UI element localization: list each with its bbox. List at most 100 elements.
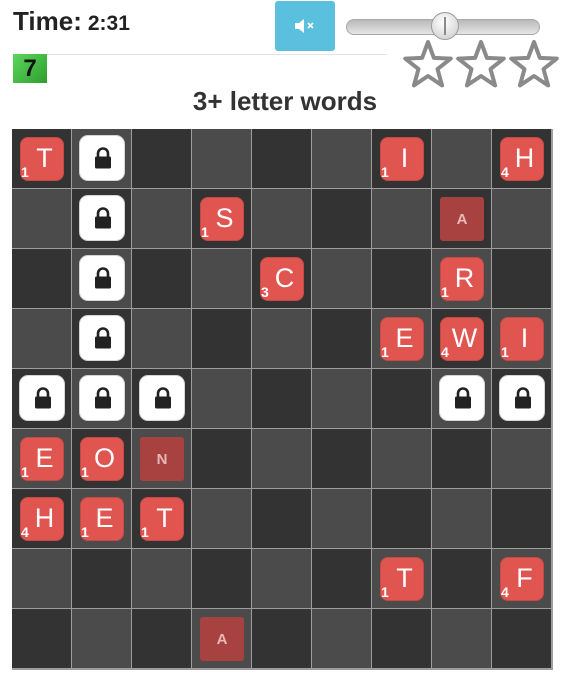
board-cell[interactable]: A: [432, 189, 491, 248]
board-cell[interactable]: [312, 429, 371, 488]
board-cell[interactable]: C3: [252, 249, 311, 308]
letter-tile[interactable]: W4: [440, 317, 484, 361]
letter-tile[interactable]: H4: [20, 497, 64, 541]
board-cell[interactable]: [72, 309, 131, 368]
board-cell[interactable]: F4: [492, 549, 551, 608]
board-cell[interactable]: [132, 369, 191, 428]
letter-tile[interactable]: E1: [380, 317, 424, 361]
letter-tile[interactable]: F4: [500, 557, 544, 601]
board-cell[interactable]: [312, 549, 371, 608]
board-cell[interactable]: [12, 549, 71, 608]
board-cell[interactable]: [12, 309, 71, 368]
board-cell[interactable]: [72, 249, 131, 308]
letter-tile[interactable]: T1: [140, 497, 184, 541]
board-cell[interactable]: [252, 309, 311, 368]
board-cell[interactable]: T1: [12, 129, 71, 188]
board-cell[interactable]: O1: [72, 429, 131, 488]
letter-tile[interactable]: T1: [20, 137, 64, 181]
board-cell[interactable]: [132, 549, 191, 608]
letter-tile[interactable]: S1: [200, 197, 244, 241]
letter-tile[interactable]: C3: [260, 257, 304, 301]
board-cell[interactable]: [12, 609, 71, 668]
board-cell[interactable]: [72, 189, 131, 248]
board-cell[interactable]: [72, 129, 131, 188]
board-cell[interactable]: E1: [72, 489, 131, 548]
board-cell[interactable]: [12, 369, 71, 428]
board-cell[interactable]: [312, 609, 371, 668]
board-cell[interactable]: H4: [492, 129, 551, 188]
board-cell[interactable]: [432, 549, 491, 608]
board-cell[interactable]: [492, 429, 551, 488]
board-cell[interactable]: [312, 309, 371, 368]
board-cell[interactable]: W4: [432, 309, 491, 368]
board-cell[interactable]: [72, 549, 131, 608]
board-cell[interactable]: [372, 489, 431, 548]
board-cell[interactable]: [132, 249, 191, 308]
board-cell[interactable]: [192, 369, 251, 428]
board-cell[interactable]: [192, 489, 251, 548]
board-cell[interactable]: A: [192, 609, 251, 668]
mute-button[interactable]: [275, 1, 335, 51]
board-cell[interactable]: N: [132, 429, 191, 488]
board-cell[interactable]: [12, 249, 71, 308]
board-cell[interactable]: [192, 309, 251, 368]
board-cell[interactable]: [252, 549, 311, 608]
board-cell[interactable]: [432, 369, 491, 428]
board-cell[interactable]: [432, 429, 491, 488]
board-cell[interactable]: [252, 609, 311, 668]
board-cell[interactable]: [132, 189, 191, 248]
board-cell[interactable]: [252, 189, 311, 248]
board-cell[interactable]: E1: [12, 429, 71, 488]
board-cell[interactable]: [432, 609, 491, 668]
board-cell[interactable]: [372, 369, 431, 428]
board-cell[interactable]: [132, 129, 191, 188]
letter-tile[interactable]: E1: [80, 497, 124, 541]
letter-tile[interactable]: O1: [80, 437, 124, 481]
board-cell[interactable]: [432, 489, 491, 548]
board-cell[interactable]: S1: [192, 189, 251, 248]
letter-tile[interactable]: E1: [20, 437, 64, 481]
board-cell[interactable]: I1: [492, 309, 551, 368]
board-cell[interactable]: [492, 609, 551, 668]
board-cell[interactable]: [72, 609, 131, 668]
letter-tile[interactable]: I1: [500, 317, 544, 361]
board-cell[interactable]: [252, 489, 311, 548]
board-cell[interactable]: [372, 429, 431, 488]
letter-tile[interactable]: I1: [380, 137, 424, 181]
board-cell[interactable]: [132, 609, 191, 668]
board-cell[interactable]: [252, 129, 311, 188]
board-cell[interactable]: [132, 309, 191, 368]
board-cell[interactable]: [372, 249, 431, 308]
board-cell[interactable]: [192, 549, 251, 608]
board-cell[interactable]: T1: [372, 549, 431, 608]
board-cell[interactable]: [192, 129, 251, 188]
locked-tile: [79, 315, 125, 361]
board-cell[interactable]: [492, 369, 551, 428]
board-cell[interactable]: [372, 189, 431, 248]
board-cell[interactable]: E1: [372, 309, 431, 368]
board-cell[interactable]: [312, 489, 371, 548]
board-cell[interactable]: [312, 129, 371, 188]
board-cell[interactable]: R1: [432, 249, 491, 308]
board-cell[interactable]: [492, 189, 551, 248]
board-cell[interactable]: [432, 129, 491, 188]
board-cell[interactable]: [312, 189, 371, 248]
board-cell[interactable]: [492, 249, 551, 308]
board-cell[interactable]: T1: [132, 489, 191, 548]
board-cell[interactable]: [492, 489, 551, 548]
board-cell[interactable]: [252, 369, 311, 428]
letter-tile[interactable]: H4: [500, 137, 544, 181]
board-cell[interactable]: [72, 369, 131, 428]
letter-tile[interactable]: T1: [380, 557, 424, 601]
board-cell[interactable]: H4: [12, 489, 71, 548]
board-cell[interactable]: [312, 369, 371, 428]
letter-tile[interactable]: R1: [440, 257, 484, 301]
board-cell[interactable]: [192, 429, 251, 488]
board-cell[interactable]: [192, 249, 251, 308]
board-cell[interactable]: [12, 189, 71, 248]
board-cell[interactable]: [312, 249, 371, 308]
board-cell[interactable]: I1: [372, 129, 431, 188]
volume-slider[interactable]: [346, 12, 540, 40]
board-cell[interactable]: [252, 429, 311, 488]
board-cell[interactable]: [372, 609, 431, 668]
